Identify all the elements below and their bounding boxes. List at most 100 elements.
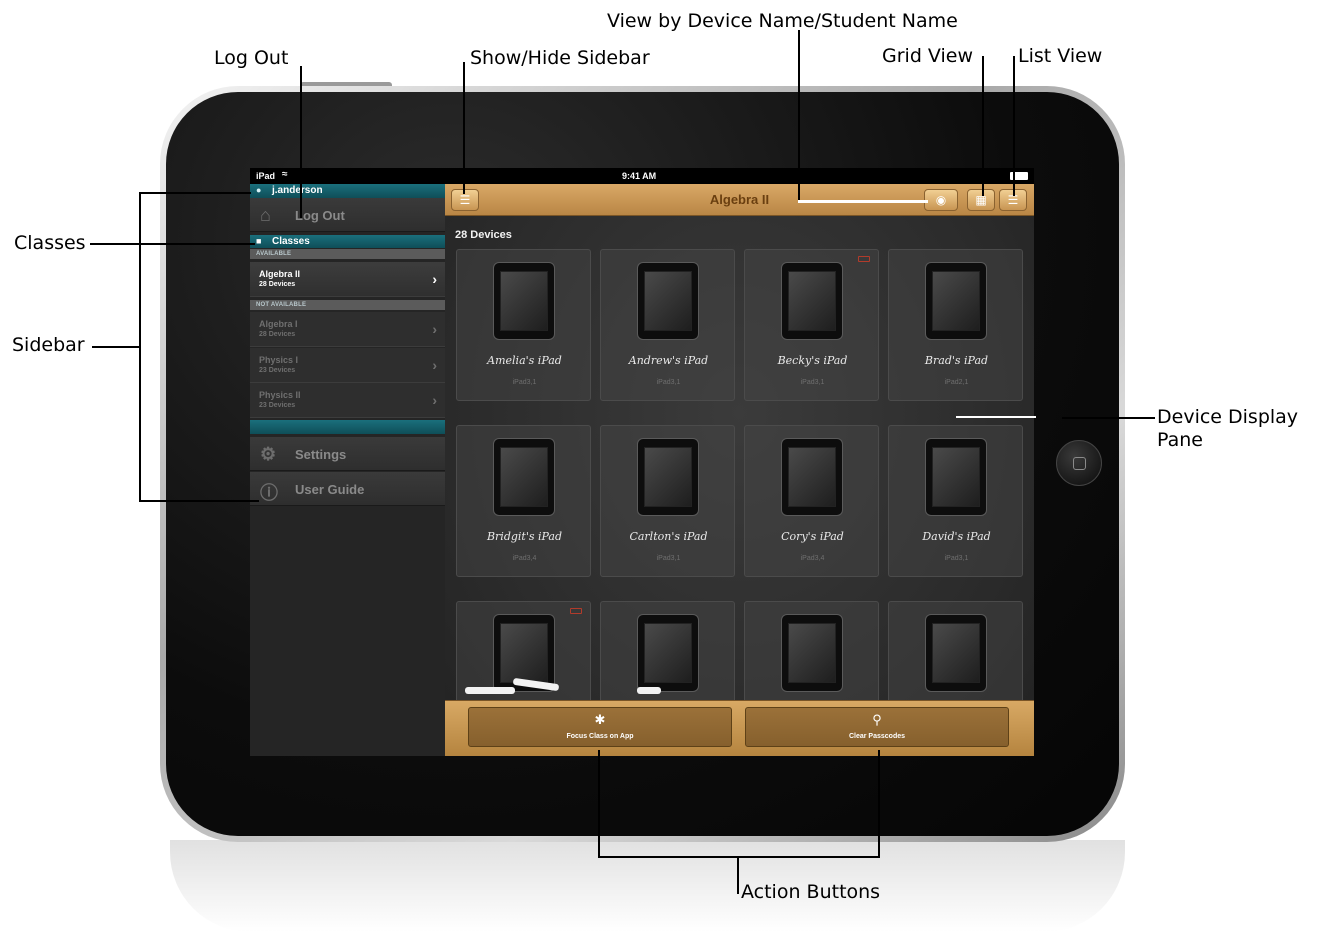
user-bar: ● j.anderson [250, 184, 445, 198]
class-item-physics-ii[interactable]: Physics II 23 Devices › [250, 383, 445, 418]
class-device-count: 28 Devices [259, 281, 296, 288]
callout-line [300, 66, 302, 218]
callout-line [139, 192, 141, 501]
log-out-button[interactable]: ⌂ Log Out [250, 198, 445, 232]
callout-line [956, 416, 1036, 418]
callout-device-display-pane-2: Pane [1157, 429, 1203, 451]
callout-line [982, 56, 984, 196]
clear-passcodes-button[interactable]: ⚲ Clear Passcodes [745, 707, 1009, 747]
device-tile[interactable]: Brad's iPad iPad2,1 [888, 249, 1023, 401]
callout-sidebar: Sidebar [12, 334, 85, 356]
eye-icon: ◉ [935, 193, 947, 207]
class-device-count: 23 Devices [259, 402, 296, 409]
classes-icon: ■ [256, 236, 262, 246]
callout-line [1013, 56, 1015, 196]
callout-line [598, 856, 880, 858]
battery-warning-icon [858, 256, 870, 262]
callout-line [90, 243, 255, 245]
settings-button[interactable]: ⚙ Settings [250, 437, 445, 471]
device-name: Bridgit's iPad [486, 530, 563, 543]
ipad-icon [925, 262, 987, 340]
callout-view-by-name: View by Device Name/Student Name [607, 10, 958, 32]
classes-header: ■ Classes [250, 235, 445, 248]
gear-icon: ⚙ [260, 444, 277, 464]
ipad-icon [781, 614, 843, 692]
device-count: 28 Devices [455, 229, 512, 241]
callout-line [798, 30, 800, 202]
device-name: Cory's iPad [781, 530, 844, 543]
section-divider [250, 420, 445, 434]
status-bar: iPad ≈ 9:41 AM [250, 168, 1034, 184]
class-name: Algebra I [259, 319, 298, 329]
class-device-count: 23 Devices [259, 367, 296, 374]
battery-warning-icon [570, 608, 582, 614]
clear-passcodes-label: Clear Passcodes [848, 733, 906, 740]
device-name: Becky's iPad [777, 354, 848, 367]
callout-line [737, 858, 739, 894]
callout-grid-view: Grid View [882, 45, 974, 67]
grid-view-button[interactable]: ▦ [967, 189, 995, 211]
callout-device-display-pane: Device Display [1157, 406, 1299, 428]
focus-class-on-app-button[interactable]: ✱ Focus Class on App [468, 707, 732, 747]
callout-classes: Classes [14, 232, 86, 254]
device-name: David's iPad [922, 530, 991, 543]
callout-line [139, 500, 259, 502]
callout-log-out: Log Out [214, 47, 289, 69]
action-bar: ✱ Focus Class on App ⚲ Clear Passcodes [445, 700, 1034, 756]
device-model: iPad3,1 [944, 555, 969, 562]
callout-line [92, 346, 139, 348]
app-store-icon: ✱ [594, 712, 606, 727]
callout-line [1062, 417, 1155, 419]
device-name: Andrew's iPad [628, 354, 709, 367]
chalk-decoration [465, 687, 515, 694]
ipad-icon [493, 262, 555, 340]
device-tile[interactable]: Carlton's iPad iPad3,1 [600, 425, 735, 577]
class-item-algebra-ii[interactable]: Algebra II 28 Devices › [250, 262, 445, 297]
ipad-icon [637, 262, 699, 340]
device-tile[interactable]: Cory's iPad iPad3,4 [744, 425, 879, 577]
status-time: 9:41 AM [622, 171, 657, 181]
callout-show-hide-sidebar: Show/Hide Sidebar [470, 47, 650, 69]
grid-icon: ▦ [975, 193, 987, 207]
device-model: iPad3,1 [656, 379, 681, 386]
class-device-count: 28 Devices [259, 331, 296, 338]
log-out-label: Log Out [295, 208, 345, 223]
wifi-icon: ≈ [282, 169, 288, 180]
settings-label: Settings [295, 447, 347, 462]
view-by-name-button[interactable]: ◉ [924, 189, 958, 211]
class-name: Physics II [259, 390, 301, 400]
device-display-pane: ☰ Algebra II ◉ ▦ ☰ 28 Devices Amelia's i… [445, 184, 1034, 756]
ipad-icon [781, 262, 843, 340]
device-model: iPad3,1 [800, 379, 825, 386]
toolbar: ☰ Algebra II ◉ ▦ ☰ [445, 184, 1034, 216]
class-item-algebra-i[interactable]: Algebra I 28 Devices › [250, 312, 445, 347]
ipad-icon [925, 438, 987, 516]
focus-class-label: Focus Class on App [566, 733, 634, 740]
home-icon: ⌂ [260, 205, 271, 225]
device-name: Brad's iPad [924, 354, 989, 367]
device-name: Amelia's iPad [487, 354, 562, 367]
home-button[interactable] [1056, 440, 1102, 486]
user-guide-button[interactable]: ⓘ User Guide [250, 472, 445, 506]
device-model: iPad3,4 [800, 555, 825, 562]
person-icon: ● [256, 185, 262, 195]
chevron-right-icon: › [432, 357, 437, 373]
user-guide-label: User Guide [295, 482, 365, 497]
device-tile[interactable]: Becky's iPad iPad3,1 [744, 249, 879, 401]
ipad-icon [493, 438, 555, 516]
info-icon: ⓘ [260, 483, 278, 503]
device-name: Carlton's iPad [629, 530, 708, 543]
callout-line [139, 192, 251, 194]
device-tile[interactable]: Bridgit's iPad iPad3,4 [456, 425, 591, 577]
callout-action-buttons: Action Buttons [741, 881, 881, 903]
device-tile[interactable]: Amelia's iPad iPad3,1 [456, 249, 591, 401]
chevron-right-icon: › [432, 392, 437, 408]
callout-line [878, 750, 880, 858]
chalk-decoration [637, 687, 661, 694]
not-available-label: NOT AVAILABLE [250, 300, 445, 310]
class-name: Physics I [259, 355, 299, 365]
class-item-physics-i[interactable]: Physics I 23 Devices › [250, 348, 445, 383]
ipad-icon [637, 438, 699, 516]
device-tile[interactable]: Andrew's iPad iPad3,1 [600, 249, 735, 401]
device-tile[interactable]: David's iPad iPad3,1 [888, 425, 1023, 577]
